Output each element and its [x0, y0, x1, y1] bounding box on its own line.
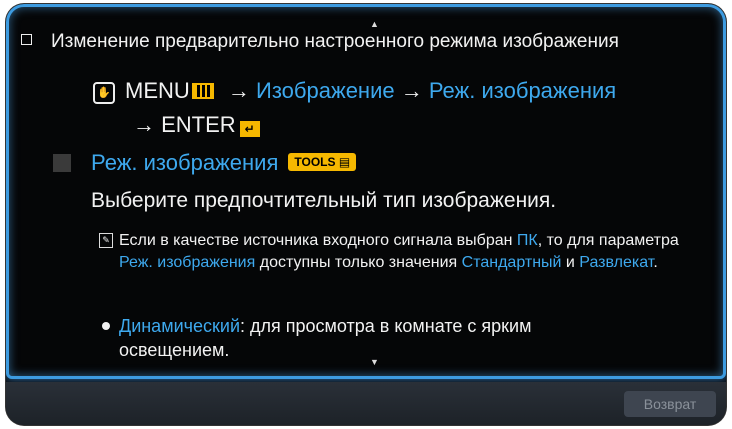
page-heading: Изменение предварительно настроенного ре…	[21, 31, 619, 53]
menu-path-line1: ✋ MENU → Изображение → Реж. изображения	[93, 78, 616, 104]
note-link-pc[interactable]: ПК	[517, 232, 538, 249]
note-link-picture-mode[interactable]: Реж. изображения	[119, 254, 255, 271]
scroll-down-arrow-icon[interactable]: ▼	[370, 357, 379, 367]
scroll-up-arrow-icon[interactable]: ▲	[370, 19, 379, 29]
e-manual-screen: ▲ Изменение предварительно настроенного …	[6, 4, 726, 379]
menu-grid-icon	[191, 83, 214, 99]
menu-path-line2: → ENTER ↵	[133, 112, 260, 138]
menu-label: MENU	[125, 78, 190, 103]
enter-icon: ↵	[239, 121, 260, 137]
tv-frame: ▲ Изменение предварительно настроенного …	[6, 4, 726, 425]
section-description: Выберите предпочтительный тип изображени…	[91, 189, 557, 212]
section-marker-icon	[53, 154, 71, 172]
note-link-entertain[interactable]: Развлекат	[579, 254, 653, 271]
heading-bullet-icon	[21, 34, 32, 45]
term-dynamic[interactable]: Динамический	[119, 316, 240, 336]
remote-hand-icon: ✋	[93, 82, 115, 104]
tools-badge: TOOLS ▤	[288, 153, 357, 171]
note-link-standard[interactable]: Стандартный	[462, 254, 562, 271]
list-item-dynamic: Динамический: для просмотра в комнате с …	[119, 316, 532, 360]
section-title: Реж. изображения TOOLS ▤	[91, 150, 357, 176]
menu-item-picture-mode[interactable]: Реж. изображения	[429, 78, 616, 103]
note-icon: ✎	[99, 233, 113, 248]
menu-item-picture[interactable]: Изображение	[256, 78, 395, 103]
list-bullet-icon	[102, 322, 110, 330]
note-text: ✎ Если в качестве источника входного сиг…	[99, 230, 689, 274]
bottom-bar: Возврат	[6, 382, 726, 425]
back-button[interactable]: Возврат	[624, 391, 716, 417]
